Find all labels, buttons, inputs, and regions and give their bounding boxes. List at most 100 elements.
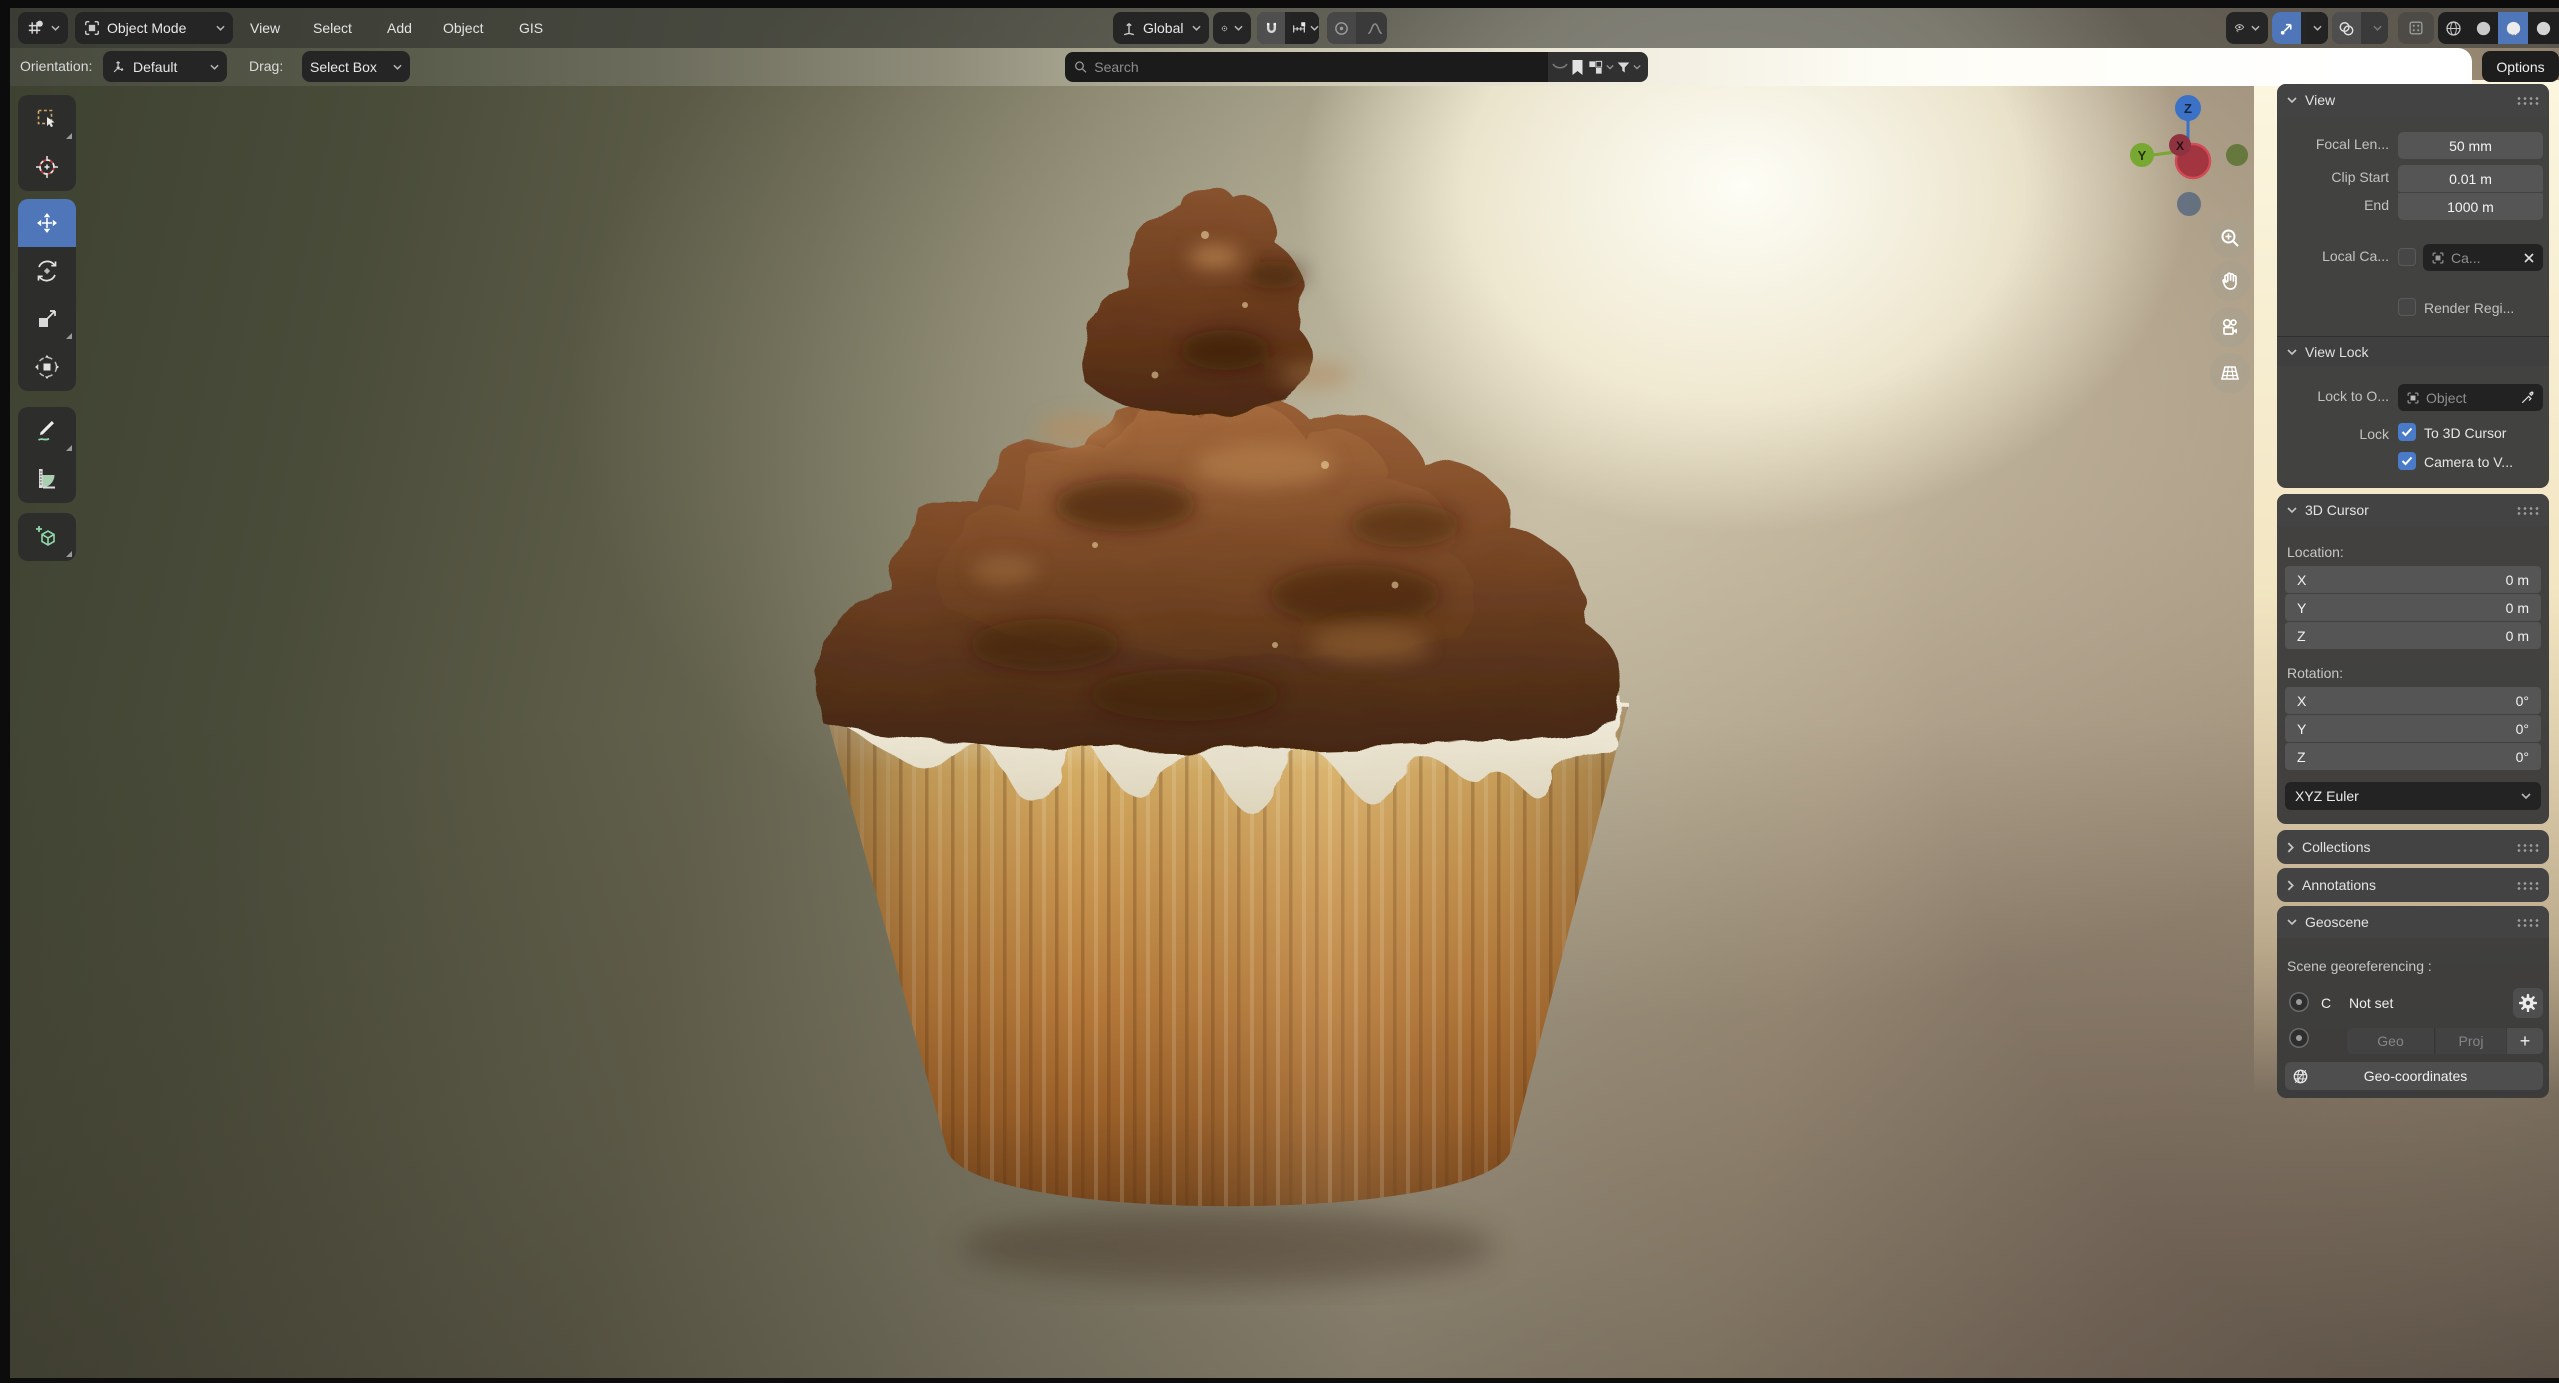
camera-to-view-checkbox[interactable] xyxy=(2398,452,2416,470)
add-cube-icon xyxy=(34,524,60,550)
close-icon[interactable] xyxy=(2523,252,2535,264)
orientation-gizmo[interactable]: Z Y X xyxy=(2125,90,2255,220)
panel-drag-handle[interactable] xyxy=(2516,881,2539,890)
collapse-chevron-icon[interactable] xyxy=(1552,63,1568,72)
orientation-dropdown[interactable]: Default xyxy=(103,51,227,82)
eyedropper-icon[interactable] xyxy=(2520,390,2535,405)
local-camera-field[interactable]: Ca... xyxy=(2423,244,2543,271)
camera-view-button[interactable] xyxy=(2210,307,2250,347)
pan-button[interactable] xyxy=(2210,261,2250,301)
xray-toggle[interactable] xyxy=(2398,12,2434,44)
euler-mode-dropdown[interactable]: XYZ Euler xyxy=(2285,782,2541,810)
gizmo-settings-dropdown[interactable] xyxy=(2307,12,2328,44)
gizmo-axis-x[interactable]: X xyxy=(2169,134,2210,178)
orientation-value: Default xyxy=(133,59,177,75)
search-input[interactable] xyxy=(1094,59,1540,75)
ortho-toggle-button[interactable] xyxy=(2210,353,2250,393)
drag-dropdown[interactable]: Select Box xyxy=(302,51,410,82)
lock-to-object-field[interactable]: Object xyxy=(2398,384,2543,411)
filter-icon[interactable] xyxy=(1616,60,1631,75)
proj-radio[interactable] xyxy=(2289,1028,2309,1048)
shading-material-button[interactable] xyxy=(2498,12,2528,44)
zoom-button[interactable] xyxy=(2210,218,2250,258)
panel-view-lock-header[interactable]: View Lock xyxy=(2277,336,2549,366)
gizmo-axis-z[interactable]: Z xyxy=(2175,95,2201,121)
georeferencing-label: Scene georeferencing : xyxy=(2287,958,2432,974)
radio-dot xyxy=(2296,1035,2302,1041)
cupcake-object[interactable] xyxy=(795,165,1660,1305)
panel-collections-header[interactable]: Collections xyxy=(2277,830,2549,864)
panel-3d-cursor-header[interactable]: 3D Cursor xyxy=(2277,494,2549,526)
crs-prefix: C xyxy=(2321,995,2331,1011)
axis-label: Z xyxy=(2297,628,2337,644)
show-overlays-toggle[interactable] xyxy=(2332,12,2361,44)
panel-drag-handle[interactable] xyxy=(2516,96,2539,105)
geo-coordinates-button[interactable]: Geo-coordinates xyxy=(2285,1062,2543,1090)
tool-cursor[interactable] xyxy=(18,143,76,191)
pivot-point-dropdown[interactable] xyxy=(1213,12,1251,44)
crs-settings-button[interactable] xyxy=(2513,988,2543,1018)
shading-rendered-button[interactable] xyxy=(2528,12,2558,44)
axis-value: 0 m xyxy=(2506,572,2529,588)
geo-button[interactable]: Geo xyxy=(2347,1028,2435,1054)
local-camera-checkbox[interactable] xyxy=(2398,248,2416,266)
shading-solid-button[interactable] xyxy=(2468,12,2498,44)
mode-dropdown[interactable]: Object Mode xyxy=(75,12,233,44)
object-visibility-dropdown[interactable] xyxy=(2226,12,2268,44)
panel-annotations-header[interactable]: Annotations xyxy=(2277,868,2549,902)
menu-gis[interactable]: GIS xyxy=(513,12,549,44)
tool-select-box[interactable] xyxy=(18,95,76,143)
gizmo-axis-neg-z[interactable] xyxy=(2177,192,2201,216)
bookmark-icon[interactable] xyxy=(1570,59,1585,76)
panel-drag-handle[interactable] xyxy=(2516,843,2539,852)
transform-orientation-dropdown[interactable]: Global xyxy=(1113,12,1209,44)
cursor-rotation-x[interactable]: X 0° xyxy=(2285,687,2541,714)
menu-view[interactable]: View xyxy=(244,12,286,44)
editor-type-button[interactable] xyxy=(18,12,68,44)
snap-group xyxy=(1257,12,1319,44)
focal-length-field[interactable]: 50 mm xyxy=(2398,132,2543,159)
gizmo-axis-y[interactable]: Y xyxy=(2130,143,2154,167)
tool-move[interactable] xyxy=(18,199,76,247)
proj-button[interactable]: Proj xyxy=(2436,1028,2506,1054)
proportional-edit-toggle[interactable] xyxy=(1327,12,1356,44)
cursor-location-x[interactable]: X 0 m xyxy=(2285,566,2541,593)
gizmo-axis-neg-y[interactable] xyxy=(2226,144,2248,166)
tool-rotate[interactable] xyxy=(18,247,76,295)
axis-value: 0 m xyxy=(2506,600,2529,616)
options-button[interactable]: Options xyxy=(2482,51,2559,82)
tool-scale[interactable] xyxy=(18,295,76,343)
annotate-pencil-icon xyxy=(34,418,60,444)
panel-view-header[interactable]: View xyxy=(2277,84,2549,116)
panel-geoscene-header[interactable]: Geoscene xyxy=(2277,906,2549,938)
clip-end-field[interactable]: 1000 m xyxy=(2398,193,2543,220)
snap-toggle[interactable] xyxy=(1257,12,1285,44)
tool-add-cube[interactable] xyxy=(18,513,76,561)
menu-add[interactable]: Add xyxy=(381,12,418,44)
cursor-rotation-z[interactable]: Z 0° xyxy=(2285,743,2541,770)
tool-measure[interactable] xyxy=(18,455,76,503)
cursor-location-y[interactable]: Y 0 m xyxy=(2285,594,2541,621)
search-box[interactable] xyxy=(1065,52,1548,82)
add-crs-button[interactable]: + xyxy=(2507,1028,2543,1054)
menu-select[interactable]: Select xyxy=(307,12,358,44)
menu-object[interactable]: Object xyxy=(437,12,489,44)
tool-annotate[interactable] xyxy=(18,407,76,455)
cursor-location-z[interactable]: Z 0 m xyxy=(2285,622,2541,649)
clip-start-field[interactable]: 0.01 m xyxy=(2398,165,2543,192)
shading-wireframe-button[interactable] xyxy=(2438,12,2468,44)
render-region-checkbox[interactable] xyxy=(2398,298,2416,316)
lock-to-3d-cursor-checkbox[interactable] xyxy=(2398,423,2416,441)
show-gizmo-toggle[interactable] xyxy=(2272,12,2301,44)
snap-settings-dropdown[interactable] xyxy=(1291,12,1319,44)
overlays-settings-dropdown[interactable] xyxy=(2367,12,2388,44)
tool-transform[interactable] xyxy=(18,343,76,391)
panel-drag-handle[interactable] xyxy=(2516,918,2539,927)
crs-radio[interactable] xyxy=(2289,992,2309,1012)
chevron-down-icon xyxy=(2287,507,2297,513)
display-mode-icon[interactable] xyxy=(1587,59,1604,76)
panel-drag-handle[interactable] xyxy=(2516,506,2539,515)
cursor-rotation-y[interactable]: Y 0° xyxy=(2285,715,2541,742)
proportional-falloff-dropdown[interactable] xyxy=(1362,12,1387,44)
mode-label: Object Mode xyxy=(107,20,186,36)
